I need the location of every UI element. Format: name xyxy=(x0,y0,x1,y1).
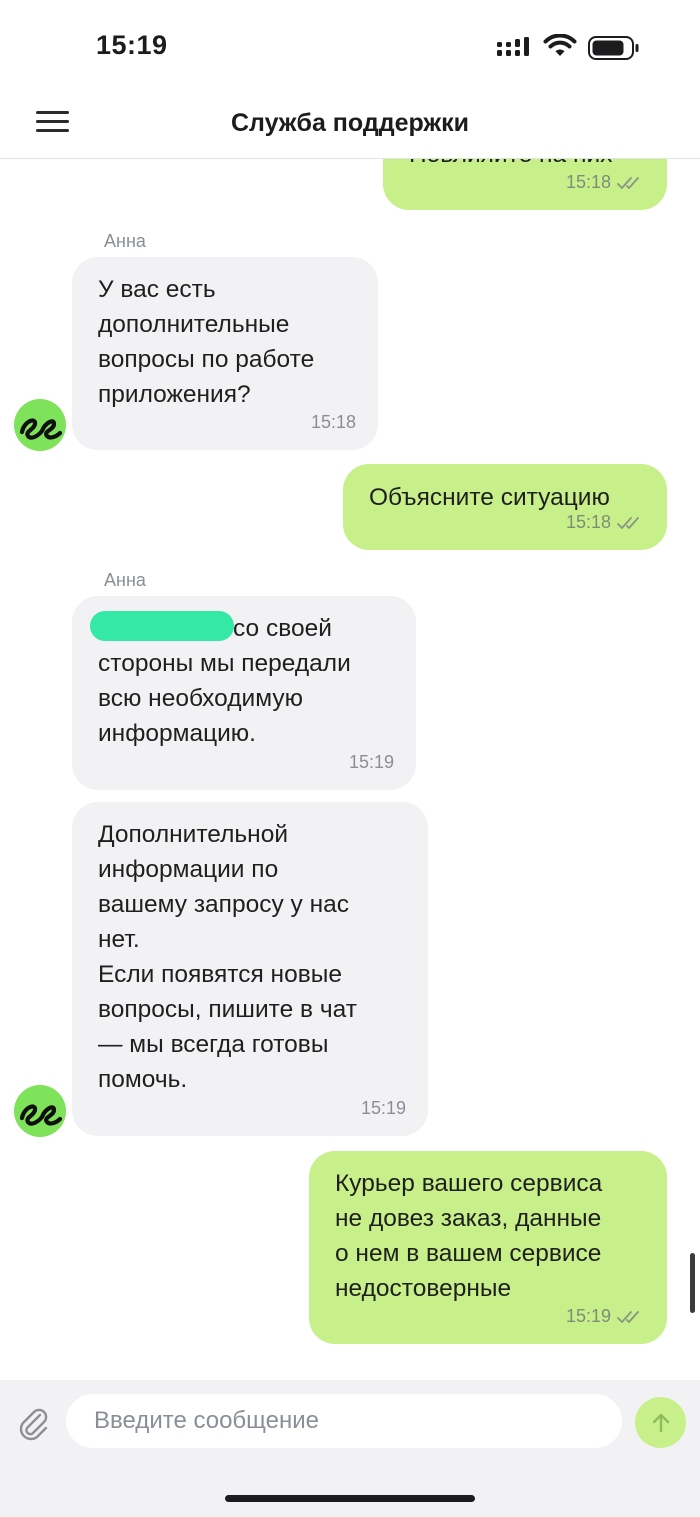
message-text: У вас есть дополнительные вопросы по раб… xyxy=(98,276,315,408)
wifi-icon xyxy=(543,34,577,56)
message-time: 15:18 xyxy=(565,172,611,192)
message-time: 15:18 xyxy=(565,512,611,532)
message-text: Дополнительной информации по вашему запр… xyxy=(98,821,357,1093)
page-title: Служба поддержки xyxy=(230,109,470,137)
double-check-icon xyxy=(617,1310,639,1323)
message-composer xyxy=(0,1380,700,1517)
status-bar: 15:19 xyxy=(0,0,700,95)
message-input[interactable] xyxy=(66,1394,622,1448)
message-meta: 15:18 xyxy=(566,165,645,200)
brand-logo-icon xyxy=(14,1085,66,1137)
sender-name: Анна xyxy=(104,231,146,251)
outgoing-message[interactable]: Объясните ситуацию 15:18 xyxy=(343,464,667,550)
incoming-message[interactable]: со своей стороны мы передали всю необход… xyxy=(72,596,416,790)
message-time: 15:19 xyxy=(565,1306,611,1326)
message-text: Курьер вашего сервиса не довез заказ, да… xyxy=(335,1170,603,1302)
message-time: 15:18 xyxy=(310,412,356,432)
message-meta: 15:18 xyxy=(311,405,356,440)
message-meta: 15:19 xyxy=(566,1299,645,1334)
message-meta: 15:18 xyxy=(566,505,645,540)
double-check-icon xyxy=(617,176,639,189)
status-time: 15:19 xyxy=(96,30,168,60)
double-check-icon xyxy=(617,516,639,529)
chat-header: Служба поддержки xyxy=(0,95,700,159)
incoming-message[interactable]: Дополнительной информации по вашему запр… xyxy=(72,802,428,1136)
outgoing-message[interactable]: Повлияйте на них 15:18 xyxy=(383,159,667,210)
message-meta: 15:19 xyxy=(349,745,394,780)
message-meta: 15:19 xyxy=(361,1091,406,1126)
brand-logo-icon xyxy=(14,399,66,451)
sender-name: Анна xyxy=(104,570,146,590)
outgoing-message[interactable]: Курьер вашего сервиса не довез заказ, да… xyxy=(309,1151,667,1344)
paperclip-icon[interactable] xyxy=(16,1406,52,1442)
signal-icon xyxy=(497,37,529,56)
message-time: 15:19 xyxy=(360,1098,406,1118)
scrollbar[interactable] xyxy=(690,1253,695,1313)
message-time: 15:19 xyxy=(348,752,394,772)
incoming-message[interactable]: У вас есть дополнительные вопросы по раб… xyxy=(72,257,378,450)
redaction-mark xyxy=(90,611,234,641)
send-button[interactable] xyxy=(635,1397,686,1448)
arrow-up-icon xyxy=(652,1413,669,1432)
home-indicator xyxy=(225,1495,475,1502)
message-list[interactable]: Повлияйте на них 15:18 Анна У вас есть д… xyxy=(0,159,700,1380)
battery-icon xyxy=(588,36,639,60)
